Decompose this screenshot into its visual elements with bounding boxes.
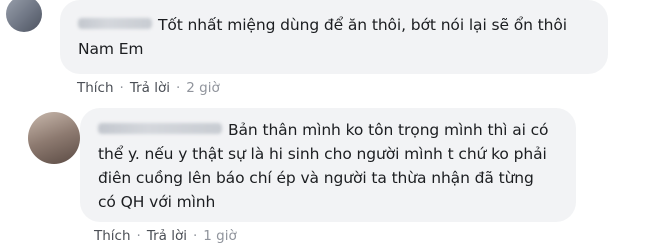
comment-time[interactable]: 1 giờ [203, 228, 236, 243]
avatar[interactable] [6, 0, 42, 32]
author-name[interactable] [98, 123, 222, 134]
like-link[interactable]: Thích [94, 228, 131, 243]
comment-actions: Thích · Trả lời · 2 giờ [77, 80, 608, 96]
comment-thread: Tốt nhất miệng dùng để ăn thôi, bớt nói … [0, 0, 660, 243]
comment-bubble: Bản thân mình ko tôn trọng mình thì ai c… [80, 108, 576, 222]
avatar[interactable] [28, 112, 80, 164]
separator-dot: · [136, 228, 141, 243]
separator-dot: · [119, 80, 124, 96]
separator-dot: · [192, 228, 198, 243]
comment-time[interactable]: 2 giờ [186, 80, 219, 96]
separator-dot: · [175, 80, 181, 96]
comment-2: Bản thân mình ko tôn trọng mình thì ai c… [6, 108, 576, 243]
reply-link[interactable]: Trả lời [130, 80, 170, 96]
reply-link[interactable]: Trả lời [147, 228, 187, 243]
comment-actions: Thích · Trả lời · 1 giờ [94, 228, 576, 243]
comment-text: Bản thân mình ko tôn trọng mình thì ai c… [98, 121, 549, 211]
author-name[interactable] [78, 18, 152, 29]
like-link[interactable]: Thích [77, 80, 114, 96]
comment-bubble: Tốt nhất miệng dùng để ăn thôi, bớt nói … [60, 0, 608, 74]
comment-1: Tốt nhất miệng dùng để ăn thôi, bớt nói … [6, 0, 608, 96]
